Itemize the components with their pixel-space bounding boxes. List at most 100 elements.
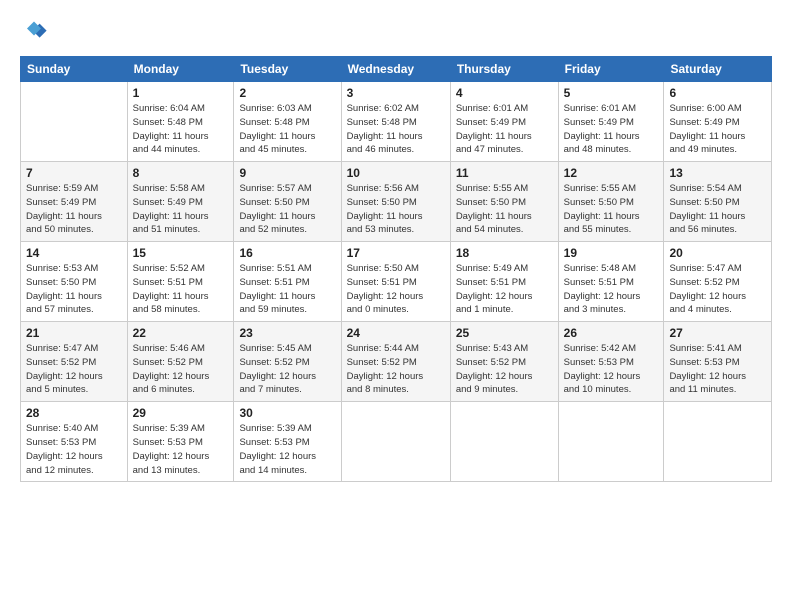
day-info: Sunrise: 5:47 AMSunset: 5:52 PMDaylight:… (669, 262, 766, 317)
day-number: 1 (133, 86, 229, 100)
day-number: 18 (456, 246, 553, 260)
calendar-cell: 5 Sunrise: 6:01 AMSunset: 5:49 PMDaylight… (558, 82, 664, 162)
calendar-cell (558, 402, 664, 482)
day-info: Sunrise: 6:00 AMSunset: 5:49 PMDaylight:… (669, 102, 766, 157)
calendar-cell: 12 Sunrise: 5:55 AMSunset: 5:50 PMDayligh… (558, 162, 664, 242)
calendar-cell: 10Sunrise: 5:56 AMSunset: 5:50 PMDayligh… (341, 162, 450, 242)
calendar-cell (21, 82, 128, 162)
calendar-cell: 2 Sunrise: 6:03 AMSunset: 5:48 PMDaylight… (234, 82, 341, 162)
calendar-week-3: 14 Sunrise: 5:53 AMSunset: 5:50 PMDayligh… (21, 242, 772, 322)
calendar-cell (450, 402, 558, 482)
day-info: Sunrise: 5:39 AMSunset: 5:53 PMDaylight:… (133, 422, 229, 477)
calendar-table: SundayMondayTuesdayWednesdayThursdayFrid… (20, 56, 772, 482)
calendar-cell: 30 Sunrise: 5:39 AMSunset: 5:53 PMDayligh… (234, 402, 341, 482)
calendar-cell: 29Sunrise: 5:39 AMSunset: 5:53 PMDayligh… (127, 402, 234, 482)
column-header-sunday: Sunday (21, 57, 128, 82)
day-number: 5 (564, 86, 659, 100)
day-number: 23 (239, 326, 335, 340)
day-number: 28 (26, 406, 122, 420)
calendar-cell: 28 Sunrise: 5:40 AMSunset: 5:53 PMDayligh… (21, 402, 128, 482)
column-header-saturday: Saturday (664, 57, 772, 82)
day-info: Sunrise: 5:40 AMSunset: 5:53 PMDaylight:… (26, 422, 122, 477)
calendar-cell: 16 Sunrise: 5:51 AMSunset: 5:51 PMDayligh… (234, 242, 341, 322)
day-number: 2 (239, 86, 335, 100)
calendar-cell: 11 Sunrise: 5:55 AMSunset: 5:50 PMDayligh… (450, 162, 558, 242)
day-number: 3 (347, 86, 445, 100)
calendar-cell: 1 Sunrise: 6:04 AMSunset: 5:48 PMDaylight… (127, 82, 234, 162)
calendar-cell: 14 Sunrise: 5:53 AMSunset: 5:50 PMDayligh… (21, 242, 128, 322)
logo-icon (20, 18, 48, 46)
calendar-cell: 8 Sunrise: 5:58 AMSunset: 5:49 PMDaylight… (127, 162, 234, 242)
day-info: Sunrise: 5:55 AMSunset: 5:50 PMDaylight:… (456, 182, 553, 237)
calendar-cell: 25 Sunrise: 5:43 AMSunset: 5:52 PMDayligh… (450, 322, 558, 402)
day-number: 16 (239, 246, 335, 260)
calendar-cell: 22 Sunrise: 5:46 AMSunset: 5:52 PMDayligh… (127, 322, 234, 402)
day-number: 4 (456, 86, 553, 100)
day-number: 14 (26, 246, 122, 260)
calendar-cell (664, 402, 772, 482)
day-number: 20 (669, 246, 766, 260)
calendar-cell (341, 402, 450, 482)
day-info: Sunrise: 5:49 AMSunset: 5:51 PMDaylight:… (456, 262, 553, 317)
column-header-thursday: Thursday (450, 57, 558, 82)
column-header-wednesday: Wednesday (341, 57, 450, 82)
calendar-cell: 27 Sunrise: 5:41 AMSunset: 5:53 PMDayligh… (664, 322, 772, 402)
day-info: Sunrise: 5:39 AMSunset: 5:53 PMDaylight:… (239, 422, 335, 477)
day-number: 8 (133, 166, 229, 180)
day-number: 27 (669, 326, 766, 340)
day-number: 19 (564, 246, 659, 260)
day-info: Sunrise: 5:44 AMSunset: 5:52 PMDaylight:… (347, 342, 445, 397)
day-info: Sunrise: 6:01 AMSunset: 5:49 PMDaylight:… (564, 102, 659, 157)
day-info: Sunrise: 6:04 AMSunset: 5:48 PMDaylight:… (133, 102, 229, 157)
calendar-week-2: 7 Sunrise: 5:59 AMSunset: 5:49 PMDaylight… (21, 162, 772, 242)
day-number: 30 (239, 406, 335, 420)
day-info: Sunrise: 5:46 AMSunset: 5:52 PMDaylight:… (133, 342, 229, 397)
day-number: 12 (564, 166, 659, 180)
day-info: Sunrise: 5:45 AMSunset: 5:52 PMDaylight:… (239, 342, 335, 397)
column-header-monday: Monday (127, 57, 234, 82)
header (20, 18, 772, 46)
calendar-header-row: SundayMondayTuesdayWednesdayThursdayFrid… (21, 57, 772, 82)
day-info: Sunrise: 5:54 AMSunset: 5:50 PMDaylight:… (669, 182, 766, 237)
calendar-cell: 26Sunrise: 5:42 AMSunset: 5:53 PMDayligh… (558, 322, 664, 402)
day-info: Sunrise: 5:52 AMSunset: 5:51 PMDaylight:… (133, 262, 229, 317)
calendar-cell: 13 Sunrise: 5:54 AMSunset: 5:50 PMDayligh… (664, 162, 772, 242)
calendar-week-1: 1 Sunrise: 6:04 AMSunset: 5:48 PMDaylight… (21, 82, 772, 162)
calendar-cell: 17Sunrise: 5:50 AMSunset: 5:51 PMDayligh… (341, 242, 450, 322)
day-info: Sunrise: 5:47 AMSunset: 5:52 PMDaylight:… (26, 342, 122, 397)
day-info: Sunrise: 6:02 AMSunset: 5:48 PMDaylight:… (347, 102, 445, 157)
calendar-cell: 20 Sunrise: 5:47 AMSunset: 5:52 PMDayligh… (664, 242, 772, 322)
calendar-week-5: 28 Sunrise: 5:40 AMSunset: 5:53 PMDayligh… (21, 402, 772, 482)
day-number: 22 (133, 326, 229, 340)
day-number: 6 (669, 86, 766, 100)
day-number: 13 (669, 166, 766, 180)
calendar-cell: 18 Sunrise: 5:49 AMSunset: 5:51 PMDayligh… (450, 242, 558, 322)
day-info: Sunrise: 5:41 AMSunset: 5:53 PMDaylight:… (669, 342, 766, 397)
day-info: Sunrise: 5:59 AMSunset: 5:49 PMDaylight:… (26, 182, 122, 237)
calendar-cell: 21 Sunrise: 5:47 AMSunset: 5:52 PMDayligh… (21, 322, 128, 402)
day-info: Sunrise: 5:53 AMSunset: 5:50 PMDaylight:… (26, 262, 122, 317)
calendar-cell: 24Sunrise: 5:44 AMSunset: 5:52 PMDayligh… (341, 322, 450, 402)
day-info: Sunrise: 5:43 AMSunset: 5:52 PMDaylight:… (456, 342, 553, 397)
calendar-cell: 9Sunrise: 5:57 AMSunset: 5:50 PMDaylight… (234, 162, 341, 242)
column-header-friday: Friday (558, 57, 664, 82)
day-info: Sunrise: 6:01 AMSunset: 5:49 PMDaylight:… (456, 102, 553, 157)
calendar-cell: 6 Sunrise: 6:00 AMSunset: 5:49 PMDaylight… (664, 82, 772, 162)
day-info: Sunrise: 5:55 AMSunset: 5:50 PMDaylight:… (564, 182, 659, 237)
day-number: 15 (133, 246, 229, 260)
day-info: Sunrise: 5:57 AMSunset: 5:50 PMDaylight:… (239, 182, 335, 237)
column-header-tuesday: Tuesday (234, 57, 341, 82)
day-info: Sunrise: 5:51 AMSunset: 5:51 PMDaylight:… (239, 262, 335, 317)
page: SundayMondayTuesdayWednesdayThursdayFrid… (0, 0, 792, 612)
day-number: 11 (456, 166, 553, 180)
calendar-cell: 19Sunrise: 5:48 AMSunset: 5:51 PMDayligh… (558, 242, 664, 322)
day-info: Sunrise: 5:58 AMSunset: 5:49 PMDaylight:… (133, 182, 229, 237)
calendar-week-4: 21 Sunrise: 5:47 AMSunset: 5:52 PMDayligh… (21, 322, 772, 402)
day-number: 26 (564, 326, 659, 340)
day-info: Sunrise: 6:03 AMSunset: 5:48 PMDaylight:… (239, 102, 335, 157)
calendar-cell: 3 Sunrise: 6:02 AMSunset: 5:48 PMDaylight… (341, 82, 450, 162)
day-number: 7 (26, 166, 122, 180)
day-number: 25 (456, 326, 553, 340)
day-number: 21 (26, 326, 122, 340)
day-info: Sunrise: 5:56 AMSunset: 5:50 PMDaylight:… (347, 182, 445, 237)
